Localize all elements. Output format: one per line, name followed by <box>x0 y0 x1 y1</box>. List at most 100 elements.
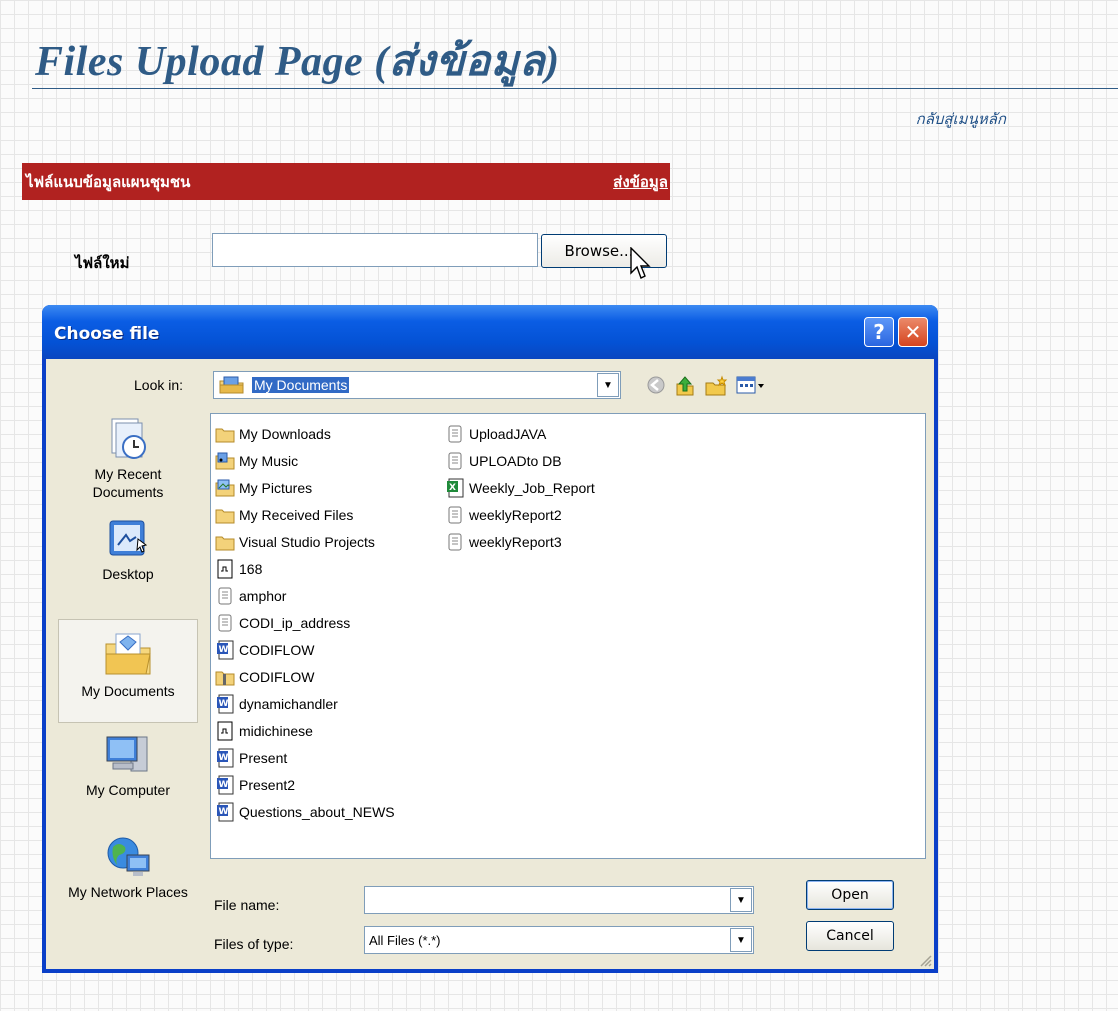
look-in-value: My Documents <box>252 377 350 393</box>
file-item[interactable]: W CODIFLOW <box>215 636 395 663</box>
svg-text:W: W <box>219 645 229 655</box>
file-name: Present2 <box>239 776 296 793</box>
file-list-column: My Downloads My Music My Pictures My Receiv… <box>215 420 395 825</box>
my-documents-small-icon <box>219 376 244 394</box>
file-item[interactable]: amphor <box>215 582 395 609</box>
file-item[interactable]: Visual Studio Projects <box>215 528 395 555</box>
back-to-main-menu-link[interactable]: กลับสู่เมนูหลัก <box>916 107 1006 131</box>
generic-file-icon <box>215 559 235 579</box>
place-desktop[interactable]: Desktop <box>58 517 198 583</box>
file-name: My Music <box>239 452 299 469</box>
file-item[interactable]: W Questions_about_NEWS <box>215 798 395 825</box>
generic-file-icon <box>215 721 235 741</box>
page-title: Files Upload Page (ส่งข้อมูล) <box>35 39 560 85</box>
file-name: amphor <box>239 587 287 604</box>
send-data-link[interactable]: ส่งข้อมูล <box>613 170 668 194</box>
folder-icon <box>215 532 235 552</box>
place-my-recent-documents[interactable]: My Recent Documents <box>58 415 198 501</box>
file-item[interactable]: My Downloads <box>215 420 395 447</box>
file-name: 168 <box>239 560 263 577</box>
upload-header-bar: ไฟล์แนบข้อมูลแผนชุมชน ส่งข้อมูล <box>22 163 670 200</box>
look-in-dropdown[interactable]: My Documents ▼ <box>213 371 621 399</box>
upload-section-label: ไฟล์แนบข้อมูลแผนชุมชน <box>26 173 191 191</box>
file-item[interactable]: CODIFLOW <box>215 663 395 690</box>
word-doc-icon: W <box>215 802 235 822</box>
title-divider <box>32 88 1118 89</box>
help-button[interactable]: ? <box>864 317 894 347</box>
file-name: Present <box>239 749 288 766</box>
places-bar: My Recent Documents Desktop My Documents… <box>58 415 198 945</box>
network-places-icon <box>107 837 150 876</box>
file-item[interactable]: midichinese <box>215 717 395 744</box>
word-doc-icon: W <box>215 775 235 795</box>
place-label: My Computer <box>85 782 171 798</box>
chevron-down-icon[interactable]: ▼ <box>597 373 619 397</box>
file-name-input[interactable]: ▼ <box>364 886 754 914</box>
file-name: Questions_about_NEWS <box>239 803 395 820</box>
open-button[interactable]: Open <box>806 880 894 910</box>
up-one-level-icon[interactable] <box>674 375 696 397</box>
place-label: My Network Places <box>68 884 188 900</box>
text-file-icon <box>215 613 235 633</box>
cancel-button[interactable]: Cancel <box>806 921 894 951</box>
file-item[interactable]: W Present <box>215 744 395 771</box>
file-name: UploadJAVA <box>469 425 547 442</box>
file-item[interactable]: My Received Files <box>215 501 395 528</box>
new-file-label: ไฟล์ใหม่ <box>75 255 130 272</box>
chevron-down-icon[interactable]: ▼ <box>730 928 752 952</box>
desktop-icon <box>109 520 148 556</box>
close-button[interactable]: ✕ <box>898 317 928 347</box>
chevron-down-icon[interactable]: ▼ <box>730 888 752 912</box>
resize-grip-icon[interactable] <box>918 953 932 967</box>
zip-file-icon <box>215 667 235 687</box>
back-icon[interactable] <box>646 375 666 395</box>
file-list[interactable]: My Downloads My Music My Pictures My Receiv… <box>210 413 926 859</box>
file-name: My Received Files <box>239 506 354 523</box>
dialog-titlebar[interactable]: Choose file ? ✕ <box>42 305 938 359</box>
word-doc-icon: W <box>215 748 235 768</box>
place-label: My Recent Documents <box>92 466 164 500</box>
files-of-type-label: Files of type: <box>214 936 294 952</box>
mouse-cursor-icon <box>630 247 651 279</box>
file-path-input[interactable] <box>212 233 538 267</box>
place-label: My Documents <box>81 683 175 699</box>
place-my-documents[interactable]: My Documents <box>58 619 198 723</box>
folder-icon <box>215 505 235 525</box>
file-item[interactable]: CODI_ip_address <box>215 609 395 636</box>
svg-text:W: W <box>219 699 229 709</box>
file-item[interactable]: 168 <box>215 555 395 582</box>
file-name: midichinese <box>239 722 313 739</box>
svg-text:W: W <box>219 780 229 790</box>
place-my-computer[interactable]: My Computer <box>58 731 198 799</box>
file-item[interactable]: weeklyReport2 <box>445 501 595 528</box>
file-item[interactable]: W Present2 <box>215 771 395 798</box>
files-of-type-dropdown[interactable]: All Files (*.*) ▼ <box>364 926 754 954</box>
file-name: Weekly_Job_Report <box>469 479 595 496</box>
file-name: dynamichandler <box>239 695 338 712</box>
new-folder-icon[interactable] <box>704 375 728 397</box>
text-file-icon <box>215 586 235 606</box>
look-in-label: Look in: <box>134 377 184 393</box>
place-label: Desktop <box>102 566 154 582</box>
view-menu-icon[interactable] <box>736 375 766 395</box>
file-item[interactable]: My Pictures <box>215 474 395 501</box>
music-folder-icon <box>215 451 235 471</box>
file-item[interactable]: UPLOADto DB <box>445 447 595 474</box>
file-name: weeklyReport2 <box>469 506 562 523</box>
pictures-folder-icon <box>215 478 235 498</box>
dialog-title: Choose file <box>54 324 160 344</box>
file-item[interactable]: X Weekly_Job_Report <box>445 474 595 501</box>
file-item[interactable]: UploadJAVA <box>445 420 595 447</box>
my-computer-icon <box>106 736 148 772</box>
file-item[interactable]: weeklyReport3 <box>445 528 595 555</box>
file-item[interactable]: Wdynamichandler <box>215 690 395 717</box>
place-my-network-places[interactable]: My Network Places <box>58 833 198 901</box>
folder-icon <box>215 424 235 444</box>
files-of-type-value: All Files (*.*) <box>369 933 441 948</box>
text-file-icon <box>445 532 465 552</box>
choose-file-dialog: Choose file ? ✕ Look in: My Documents ▼ <box>42 305 938 973</box>
file-name: UPLOADto DB <box>469 452 562 469</box>
file-name: CODIFLOW <box>239 668 315 685</box>
excel-file-icon: X <box>445 478 465 498</box>
file-item[interactable]: My Music <box>215 447 395 474</box>
